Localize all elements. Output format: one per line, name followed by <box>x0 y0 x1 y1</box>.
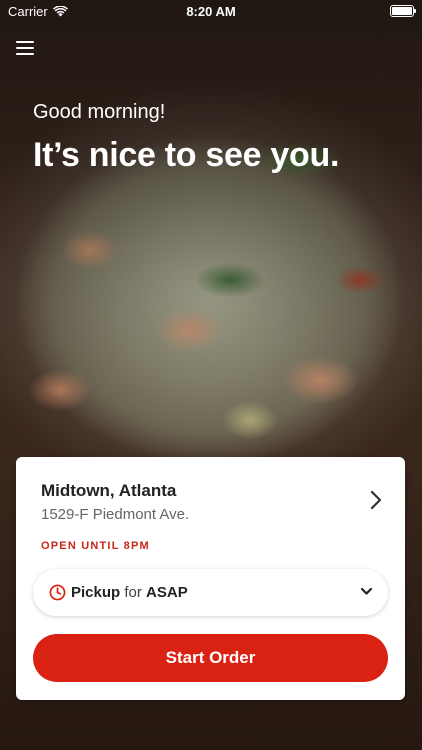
hamburger-menu-icon[interactable] <box>16 41 34 55</box>
order-mode: Pickup <box>71 584 121 601</box>
chevron-right-icon[interactable] <box>369 490 383 510</box>
order-type-text: Pickup for ASAP <box>71 584 188 601</box>
open-hours-status: OPEN UNTIL 8PM <box>41 540 150 552</box>
order-type-dropdown[interactable]: Pickup for ASAP <box>33 569 388 616</box>
location-card: Midtown, Atlanta 1529-F Piedmont Ave. OP… <box>16 457 405 700</box>
welcome-headline: It’s nice to see you. <box>33 136 340 174</box>
location-name: Midtown, Atlanta <box>41 481 177 500</box>
chevron-down-icon <box>360 587 373 595</box>
menu-line <box>16 53 34 55</box>
start-order-button[interactable]: Start Order <box>33 634 388 682</box>
order-connector: for <box>124 584 142 601</box>
order-time: ASAP <box>146 584 188 601</box>
status-bar: Carrier 8:20 AM <box>0 0 422 22</box>
menu-line <box>16 41 34 43</box>
greeting-text: Good morning! <box>33 101 166 123</box>
status-time: 8:20 AM <box>186 4 236 19</box>
clock-icon <box>49 584 66 601</box>
location-address: 1529-F Piedmont Ave. <box>41 506 190 523</box>
menu-line <box>16 47 34 49</box>
battery-fill <box>392 7 412 15</box>
battery-icon <box>390 5 416 17</box>
